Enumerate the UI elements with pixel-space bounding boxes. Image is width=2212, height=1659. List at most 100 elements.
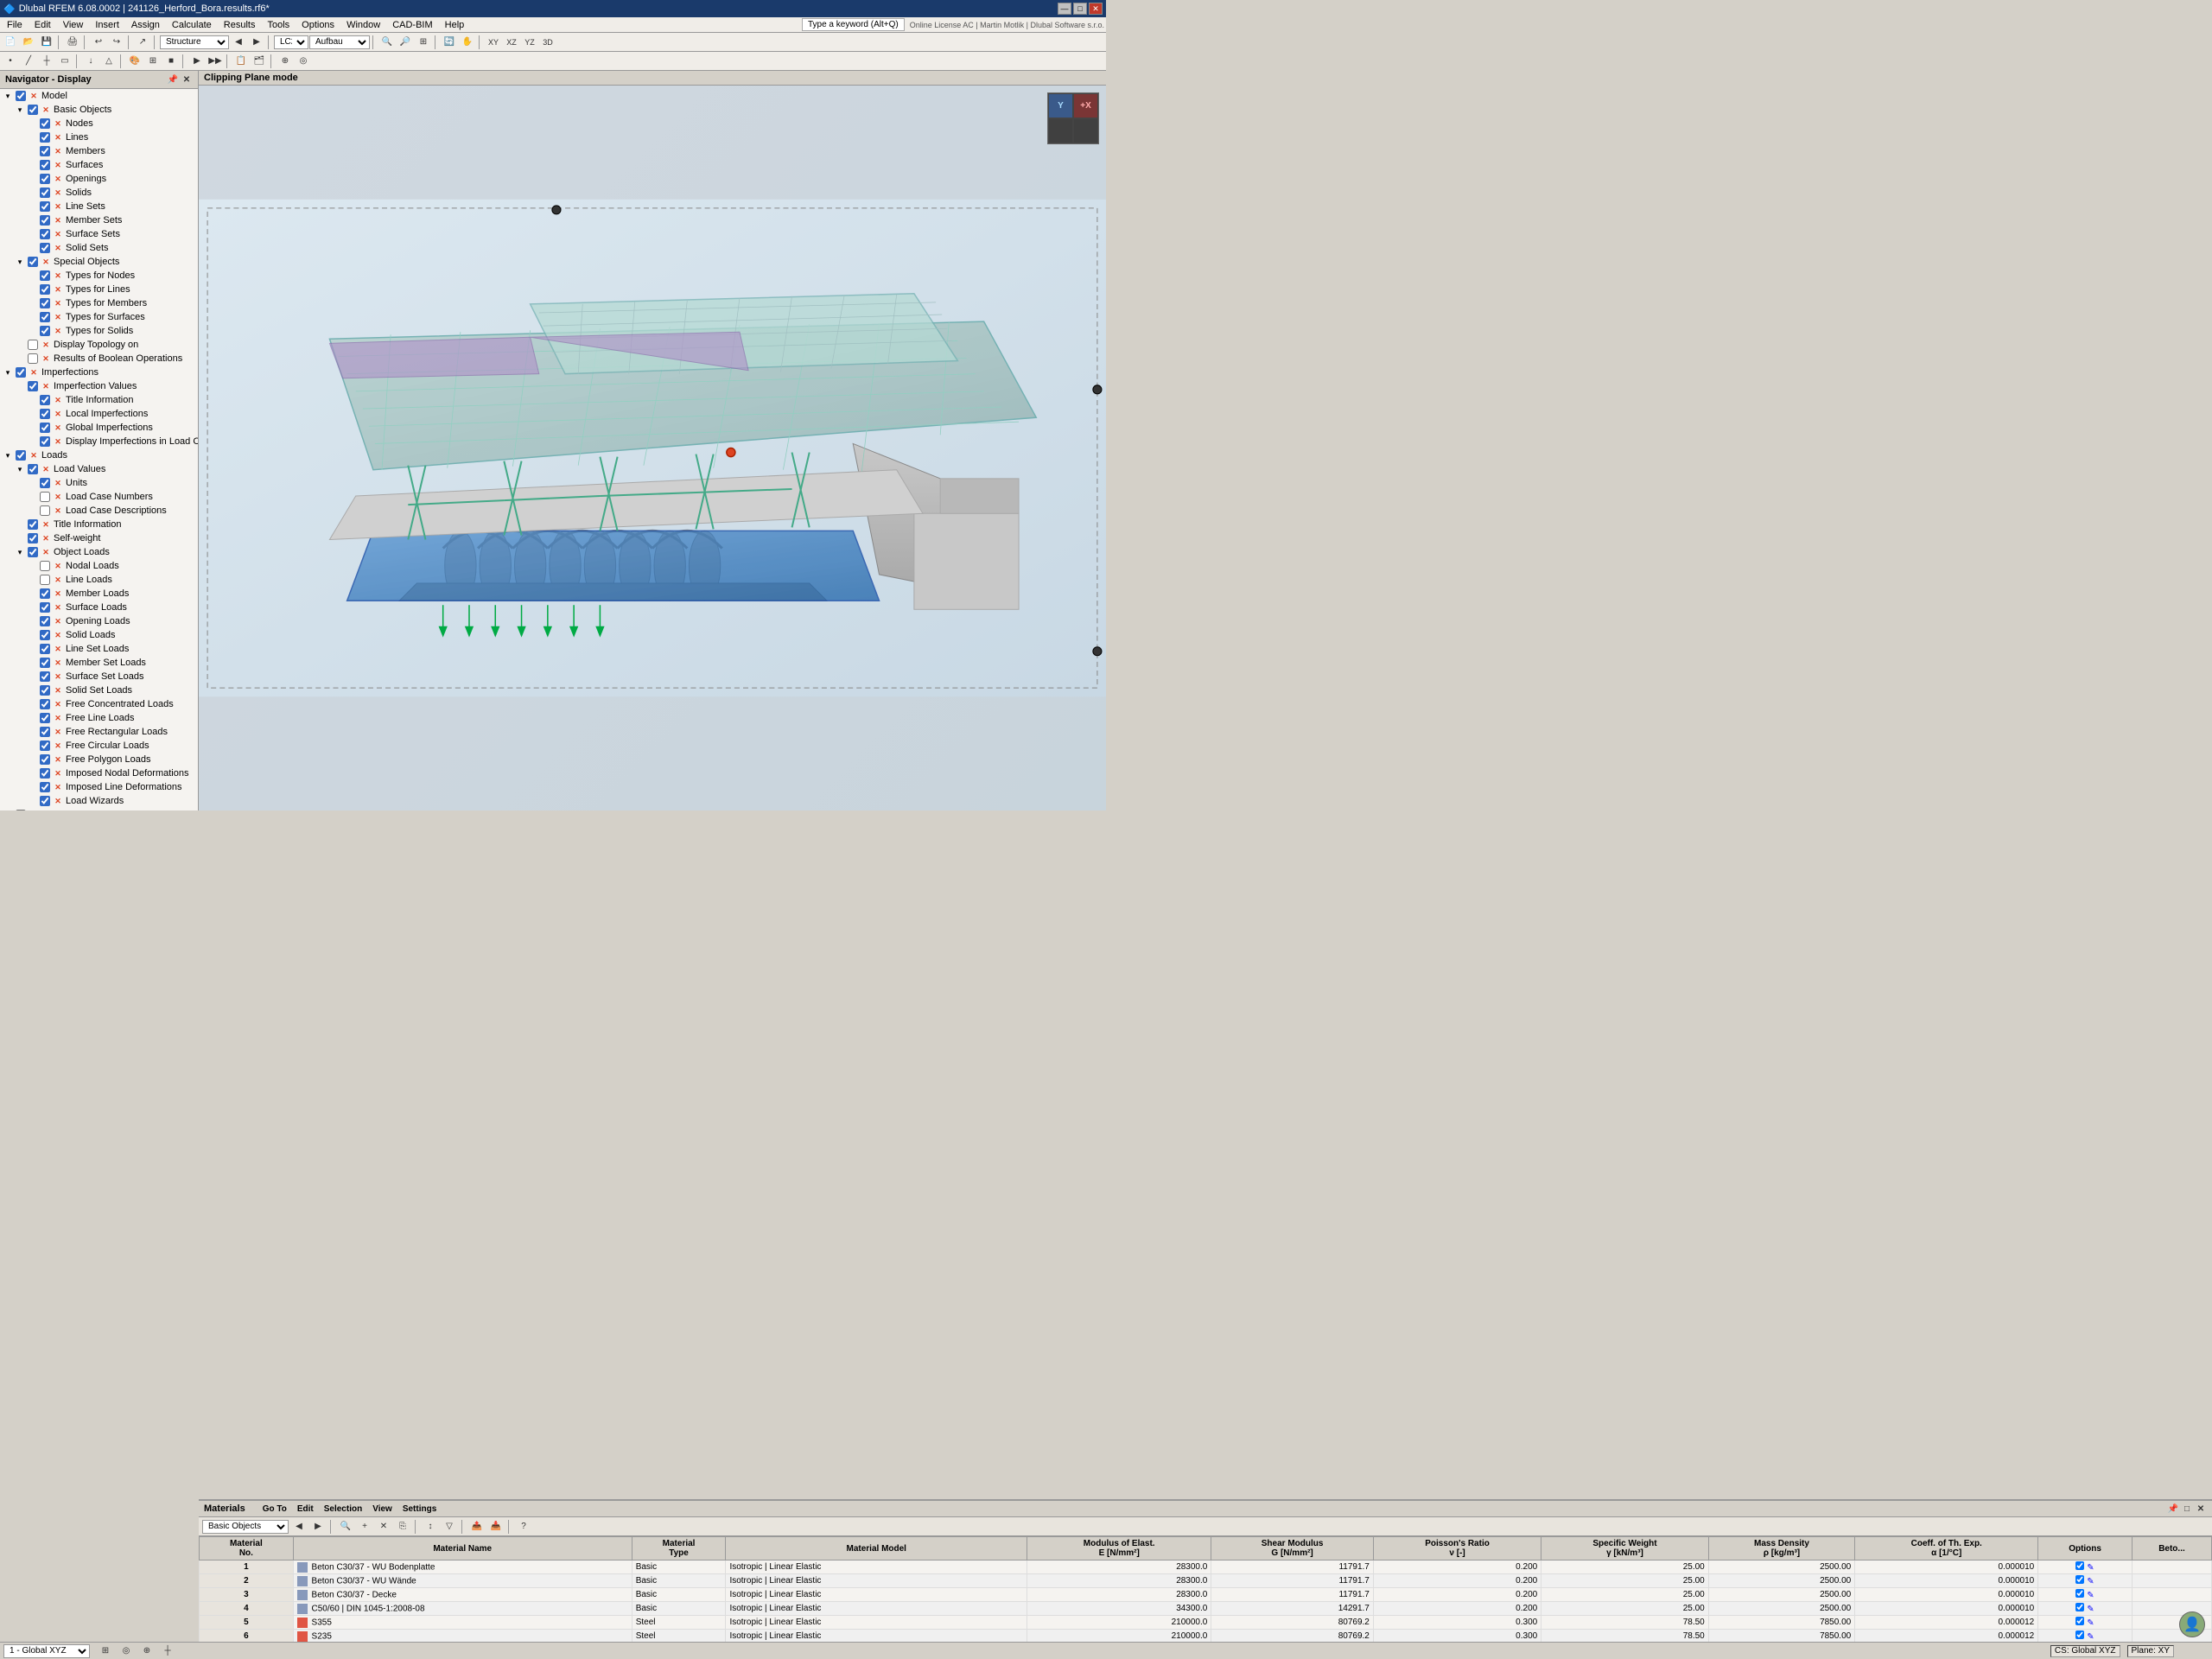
nav-item-surface-sets[interactable]: ✕Surface Sets [0, 227, 198, 241]
view-3d-button[interactable]: 3D [539, 35, 556, 50]
nav-item-free-line[interactable]: ✕Free Line Loads [0, 711, 198, 725]
checkbox-local-imperfections[interactable] [40, 409, 50, 419]
load-tool[interactable]: ↓ [82, 54, 99, 69]
checkbox-nodal-loads[interactable] [40, 561, 50, 571]
next-filter-btn[interactable]: ▶ [309, 1519, 327, 1535]
open-button[interactable]: 📂 [20, 35, 37, 50]
cell-options[interactable]: ✎ [2038, 1616, 2133, 1630]
checkbox-title-information-loads[interactable] [28, 519, 38, 530]
nav-item-nodes[interactable]: ✕Nodes [0, 117, 198, 130]
checkbox-types-solids[interactable] [40, 326, 50, 336]
menu-calculate[interactable]: Calculate [167, 19, 217, 31]
bottom-maximize-button[interactable]: □ [2181, 1503, 2193, 1515]
nav-item-imperfections[interactable]: ▾✕Imperfections [0, 365, 198, 379]
help-context-btn[interactable]: ? [515, 1519, 532, 1535]
nav-item-solids[interactable]: ✕Solids [0, 186, 198, 200]
menu-edit[interactable]: Edit [29, 19, 56, 31]
nav-pin-button[interactable]: 📌 [167, 73, 179, 86]
cube-top-face[interactable]: Y [1048, 93, 1073, 118]
filter-combo[interactable]: Basic Objects [202, 1520, 289, 1534]
nav-item-free-rectangular[interactable]: ✕Free Rectangular Loads [0, 725, 198, 739]
lc-combo[interactable]: LC2 [274, 35, 308, 49]
add-row-btn[interactable]: + [356, 1519, 373, 1535]
menu-help[interactable]: Help [440, 19, 470, 31]
edit-link[interactable]: ✎ [2087, 1591, 2094, 1600]
edit-menu[interactable]: Edit [294, 1504, 317, 1514]
checkbox-nodes[interactable] [40, 118, 50, 129]
view-yz-button[interactable]: YZ [521, 35, 538, 50]
nav-close-button[interactable]: ✕ [181, 73, 193, 86]
edit-link[interactable]: ✎ [2087, 1605, 2094, 1614]
expand-imperfections[interactable]: ▾ [2, 366, 14, 378]
nav-item-surfaces[interactable]: ✕Surfaces [0, 158, 198, 172]
nav-item-load-case-descriptions[interactable]: ✕Load Case Descriptions [0, 504, 198, 518]
aufbau-combo[interactable]: Aufbau [309, 35, 370, 49]
snap-grid-btn[interactable]: ⊕ [276, 54, 294, 69]
checkbox-imposed-nodal[interactable] [40, 768, 50, 779]
bottom-pin-button[interactable]: 📌 [2167, 1503, 2179, 1515]
checkbox-title-information-imp[interactable] [40, 395, 50, 405]
next-model-btn[interactable]: ▶ [248, 35, 265, 50]
expand-loads[interactable]: ▾ [2, 449, 14, 461]
project-nav-btn[interactable]: 🗂 [251, 54, 268, 69]
edit-link[interactable]: ✎ [2087, 1618, 2094, 1628]
nav-item-boolean-results[interactable]: ✕Results of Boolean Operations [0, 352, 198, 365]
menu-insert[interactable]: Insert [90, 19, 124, 31]
cell-options[interactable]: ✎ [2038, 1588, 2133, 1602]
nav-item-title-information-loads[interactable]: ✕Title Information [0, 518, 198, 531]
status-display-btn[interactable]: ⊞ [97, 1643, 114, 1659]
checkbox-members[interactable] [40, 146, 50, 156]
nav-item-loads[interactable]: ▾✕Loads [0, 448, 198, 462]
nav-item-member-loads[interactable]: ✕Member Loads [0, 587, 198, 601]
redo-button[interactable]: ↪ [108, 35, 125, 50]
menu-tools[interactable]: Tools [262, 19, 295, 31]
checkbox-surface-loads[interactable] [40, 602, 50, 613]
nav-item-free-polygon[interactable]: ✕Free Polygon Loads [0, 753, 198, 766]
checkbox-free-rectangular[interactable] [40, 727, 50, 737]
surface-tool[interactable]: ▭ [56, 54, 73, 69]
view-xz-button[interactable]: XZ [503, 35, 520, 50]
line-tool[interactable]: ╱ [20, 54, 37, 69]
nav-item-free-concentrated[interactable]: ✕Free Concentrated Loads [0, 697, 198, 711]
checkbox-global-imperfections[interactable] [40, 423, 50, 433]
color-render-btn[interactable]: 🎨 [126, 54, 143, 69]
checkbox-free-line[interactable] [40, 713, 50, 723]
checkbox-solid-set-loads[interactable] [40, 685, 50, 696]
nav-item-line-loads[interactable]: ✕Line Loads [0, 573, 198, 587]
status-grid-btn[interactable]: ⊕ [138, 1643, 156, 1659]
edit-link[interactable]: ✎ [2087, 1577, 2094, 1586]
checkbox-surface-set-loads[interactable] [40, 671, 50, 682]
checkbox-free-circular[interactable] [40, 741, 50, 751]
nav-item-line-set-loads[interactable]: ✕Line Set Loads [0, 642, 198, 656]
model-combo[interactable]: Structure [160, 35, 229, 49]
checkbox-imposed-line[interactable] [40, 782, 50, 792]
nav-item-openings[interactable]: ✕Openings [0, 172, 198, 186]
expand-model[interactable]: ▾ [2, 90, 14, 102]
calc-all-button[interactable]: ▶▶ [207, 54, 224, 69]
nav-item-nodal-loads[interactable]: ✕Nodal Loads [0, 559, 198, 573]
nav-item-types-nodes[interactable]: ✕Types for Nodes [0, 269, 198, 283]
checkbox-imperfection-values[interactable] [28, 381, 38, 391]
checkbox-types-lines[interactable] [40, 284, 50, 295]
filter-search-btn[interactable]: 🔍 [337, 1519, 354, 1535]
cell-options[interactable]: ✎ [2038, 1560, 2133, 1574]
bottom-close-button[interactable]: ✕ [2195, 1503, 2207, 1515]
close-button[interactable]: ✕ [1089, 3, 1103, 15]
option-checkbox[interactable] [2075, 1575, 2084, 1584]
nav-item-members[interactable]: ✕Members [0, 144, 198, 158]
nav-item-self-weight[interactable]: ✕Self-weight [0, 531, 198, 545]
cube-bottom-face[interactable] [1048, 118, 1073, 143]
checkbox-display-topology[interactable] [28, 340, 38, 350]
cube-front-face[interactable] [1073, 118, 1098, 143]
snap-node-btn[interactable]: ◎ [295, 54, 312, 69]
zoom-in-button[interactable]: 🔍 [378, 35, 396, 50]
menu-window[interactable]: Window [341, 19, 385, 31]
navigator-toggle[interactable]: 📋 [232, 54, 250, 69]
nav-item-surface-loads[interactable]: ✕Surface Loads [0, 601, 198, 614]
checkbox-loads[interactable] [16, 450, 26, 461]
nav-item-solid-set-loads[interactable]: ✕Solid Set Loads [0, 683, 198, 697]
delete-row-btn[interactable]: ✕ [375, 1519, 392, 1535]
menu-cad-bim[interactable]: CAD-BIM [387, 19, 437, 31]
viewport-canvas[interactable]: Y +X [199, 86, 1106, 810]
option-checkbox[interactable] [2075, 1589, 2084, 1598]
